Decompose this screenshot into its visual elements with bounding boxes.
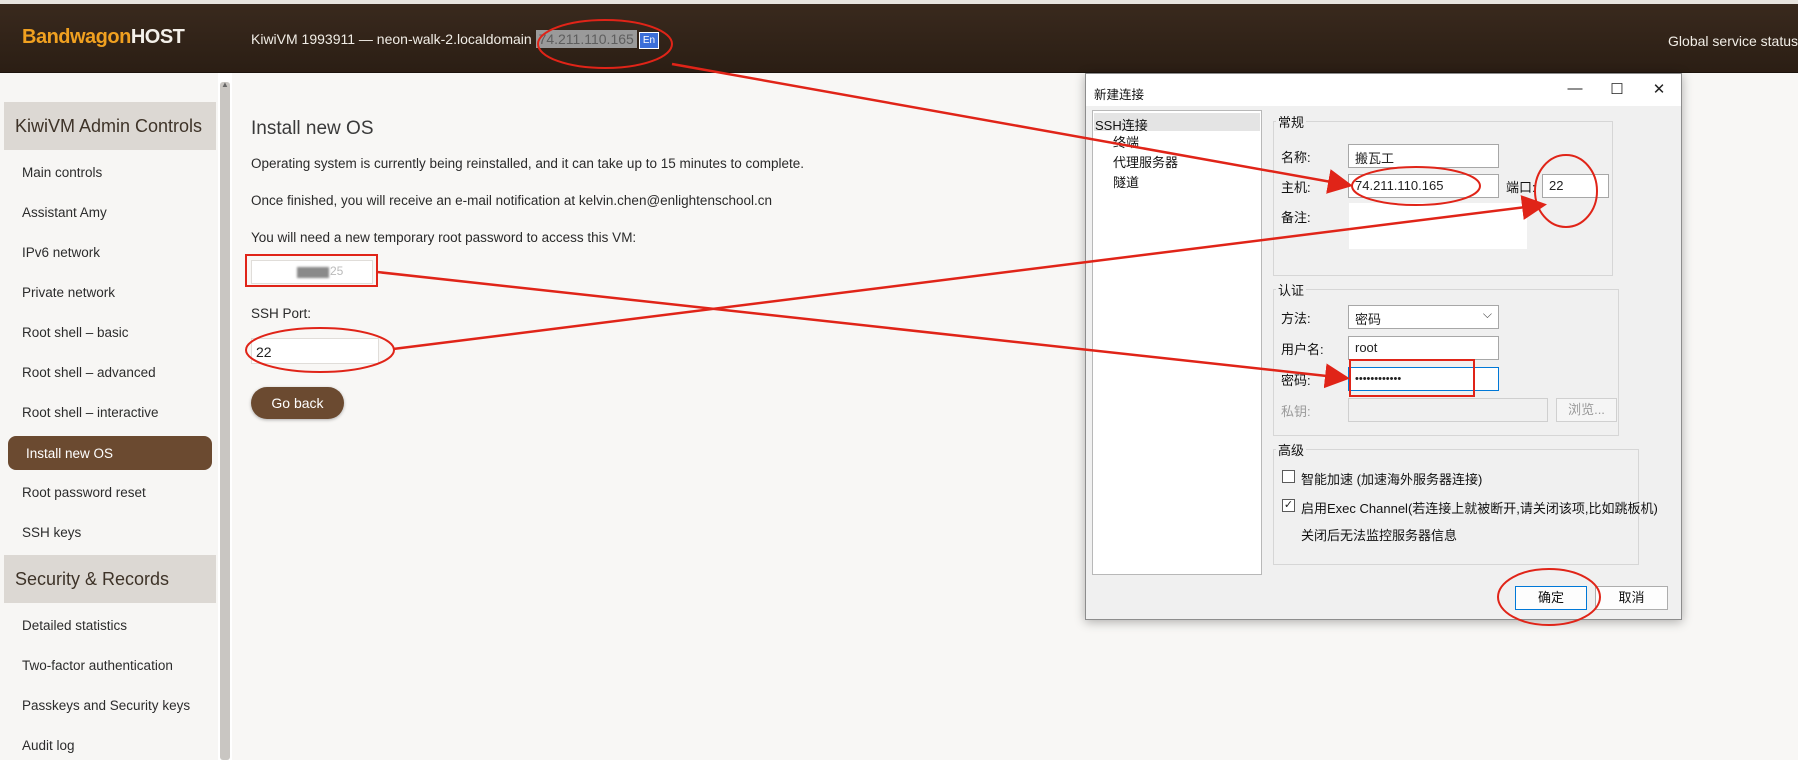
sidebar-item-audit-log[interactable]: Audit log	[22, 738, 75, 753]
ssh-port-label: SSH Port:	[251, 306, 312, 321]
browser-edge	[0, 0, 1798, 4]
sidebar-item-passkeys[interactable]: Passkeys and Security keys	[22, 698, 190, 713]
exec-channel-note: 关闭后无法监控服务器信息	[1301, 528, 1458, 543]
sidebar-scrollbar[interactable]	[220, 82, 230, 760]
connection-tree: SSH连接 终端 代理服务器 隧道	[1092, 110, 1262, 575]
sidebar-item-root-shell-advanced[interactable]: Root shell – advanced	[22, 365, 156, 380]
ssh-port-field[interactable]: 22	[251, 338, 379, 364]
sidebar-item-root-password-reset[interactable]: Root password reset	[22, 485, 146, 500]
reinstall-status-text: Operating system is currently being rein…	[251, 156, 805, 171]
tree-item-terminal[interactable]: 终端	[1113, 132, 1139, 151]
scroll-up-arrow-icon[interactable]: ▲	[221, 80, 229, 89]
chevron-down-icon: ⌵	[1482, 307, 1492, 321]
general-group-label: 常规	[1276, 112, 1307, 131]
advanced-group-label: 高级	[1276, 440, 1307, 459]
close-icon[interactable]: ✕	[1649, 80, 1669, 98]
port-input[interactable]: 22	[1542, 174, 1609, 198]
sidebar: KiwiVM Admin Controls Main controls Assi…	[0, 73, 218, 760]
cancel-button[interactable]: 取消	[1595, 586, 1668, 610]
smart-accel-checkbox[interactable]	[1282, 470, 1295, 483]
sidebar-item-two-factor-auth[interactable]: Two-factor authentication	[22, 658, 173, 673]
password-label: 密码:	[1281, 373, 1311, 388]
host-input[interactable]: 74.211.110.165	[1348, 174, 1499, 198]
password-fragment: 25	[330, 264, 344, 278]
sidebar-item-root-shell-interactive[interactable]: Root shell – interactive	[22, 405, 159, 420]
global-service-status-link[interactable]: Global service status	[1668, 33, 1798, 49]
private-key-label: 私钥:	[1281, 404, 1311, 419]
sidebar-item-assistant-amy[interactable]: Assistant Amy	[22, 205, 107, 220]
host-label: 主机:	[1281, 180, 1311, 195]
tree-item-tunnel[interactable]: 隧道	[1113, 172, 1139, 191]
vm-ip-selected[interactable]: 74.211.110.165	[535, 30, 637, 48]
password-input[interactable]: ••••••••••••	[1348, 367, 1499, 391]
auth-group-label: 认证	[1276, 280, 1307, 299]
method-select[interactable]: 密码 ⌵	[1348, 305, 1499, 329]
username-input[interactable]: root	[1348, 336, 1499, 360]
email-notice-text: Once finished, you will receive an e-mai…	[251, 193, 772, 208]
sidebar-item-install-new-os[interactable]: Install new OS	[8, 436, 212, 470]
sidebar-item-root-shell-basic[interactable]: Root shell – basic	[22, 325, 129, 340]
password-redaction	[297, 267, 329, 278]
new-connection-dialog: 新建连接 — ☐ ✕ SSH连接 终端 代理服务器 隧道 常规 名称: 搬瓦工 …	[1085, 73, 1682, 620]
page-title: Install new OS	[251, 118, 374, 139]
sidebar-item-ipv6-network[interactable]: IPv6 network	[22, 245, 100, 260]
temporary-password-field[interactable]: 25	[251, 260, 373, 284]
port-label: 端口:	[1506, 180, 1536, 195]
browse-button: 浏览...	[1556, 398, 1617, 422]
ime-en-icon: En	[638, 32, 660, 49]
name-input[interactable]: 搬瓦工	[1348, 144, 1499, 168]
minimize-icon[interactable]: —	[1565, 80, 1585, 97]
name-label: 名称:	[1281, 150, 1311, 165]
tree-item-proxy[interactable]: 代理服务器	[1113, 152, 1178, 171]
go-back-button[interactable]: Go back	[251, 387, 344, 419]
note-input[interactable]	[1348, 202, 1528, 250]
method-value: 密码	[1355, 312, 1382, 327]
sidebar-item-private-network[interactable]: Private network	[22, 285, 115, 300]
exec-channel-checkbox[interactable]: ✓	[1282, 499, 1295, 512]
top-bar: BandwagonHOST KiwiVM 1993911 — neon-walk…	[0, 0, 1798, 73]
ok-button[interactable]: 确定	[1515, 586, 1587, 610]
sidebar-section-security-records: Security & Records	[4, 555, 216, 603]
vm-hostname: KiwiVM 1993911 — neon-walk-2.localdomain	[251, 31, 532, 47]
vm-title: KiwiVM 1993911 — neon-walk-2.localdomain…	[251, 30, 660, 49]
password-notice-text: You will need a new temporary root passw…	[251, 230, 637, 245]
exec-channel-label[interactable]: 启用Exec Channel(若连接上就被断开,请关闭该项,比如跳板机)	[1301, 498, 1658, 517]
username-label: 用户名:	[1281, 342, 1324, 357]
sidebar-item-ssh-keys[interactable]: SSH keys	[22, 525, 81, 540]
method-label: 方法:	[1281, 311, 1311, 326]
private-key-input	[1348, 398, 1548, 422]
maximize-icon[interactable]: ☐	[1607, 80, 1627, 98]
bandwagonhost-logo[interactable]: BandwagonHOST	[22, 26, 185, 49]
sidebar-item-main-controls[interactable]: Main controls	[22, 165, 102, 180]
dialog-title: 新建连接	[1094, 88, 1145, 102]
note-label: 备注:	[1281, 210, 1311, 225]
smart-accel-label[interactable]: 智能加速 (加速海外服务器连接)	[1301, 469, 1482, 488]
dialog-titlebar[interactable]: 新建连接 — ☐ ✕	[1086, 74, 1681, 106]
sidebar-section-admin-controls: KiwiVM Admin Controls	[4, 102, 216, 150]
sidebar-item-detailed-statistics[interactable]: Detailed statistics	[22, 618, 127, 633]
